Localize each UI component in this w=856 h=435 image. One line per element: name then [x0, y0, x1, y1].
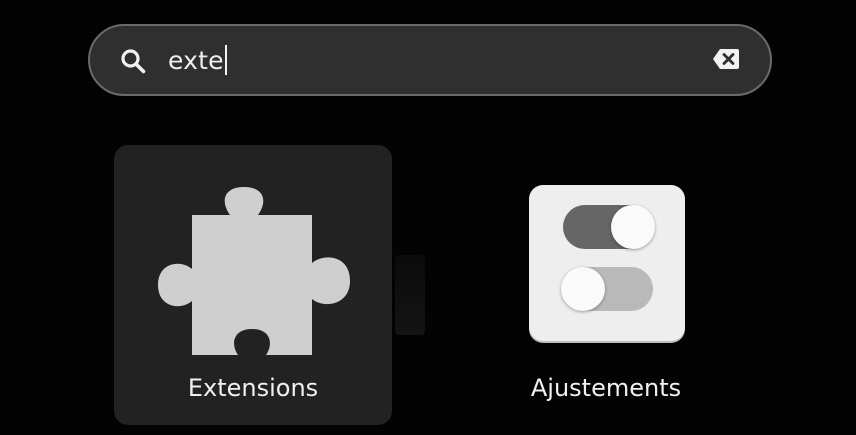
background-decoration — [395, 255, 425, 335]
toggle-off-shape — [561, 267, 653, 311]
app-result-extensions[interactable]: Extensions — [114, 145, 392, 425]
toggle-on-shape — [563, 205, 655, 249]
app-result-ajustements[interactable]: Ajustements — [467, 145, 745, 425]
app-search-overview: exte Extensions Ajustements — [0, 0, 856, 435]
toggle-switches-icon — [529, 185, 685, 341]
toggle-knob — [611, 205, 655, 249]
app-label: Ajustements — [530, 374, 682, 402]
text-caret — [224, 45, 227, 75]
clear-input-icon[interactable] — [712, 48, 740, 70]
search-icon — [121, 49, 146, 74]
search-query: exte — [168, 45, 224, 75]
puzzle-piece-icon — [158, 187, 350, 355]
search-bar[interactable]: exte — [88, 24, 772, 96]
toggle-knob — [561, 267, 605, 311]
search-input[interactable]: exte — [168, 42, 227, 78]
app-label: Extensions — [187, 374, 319, 402]
